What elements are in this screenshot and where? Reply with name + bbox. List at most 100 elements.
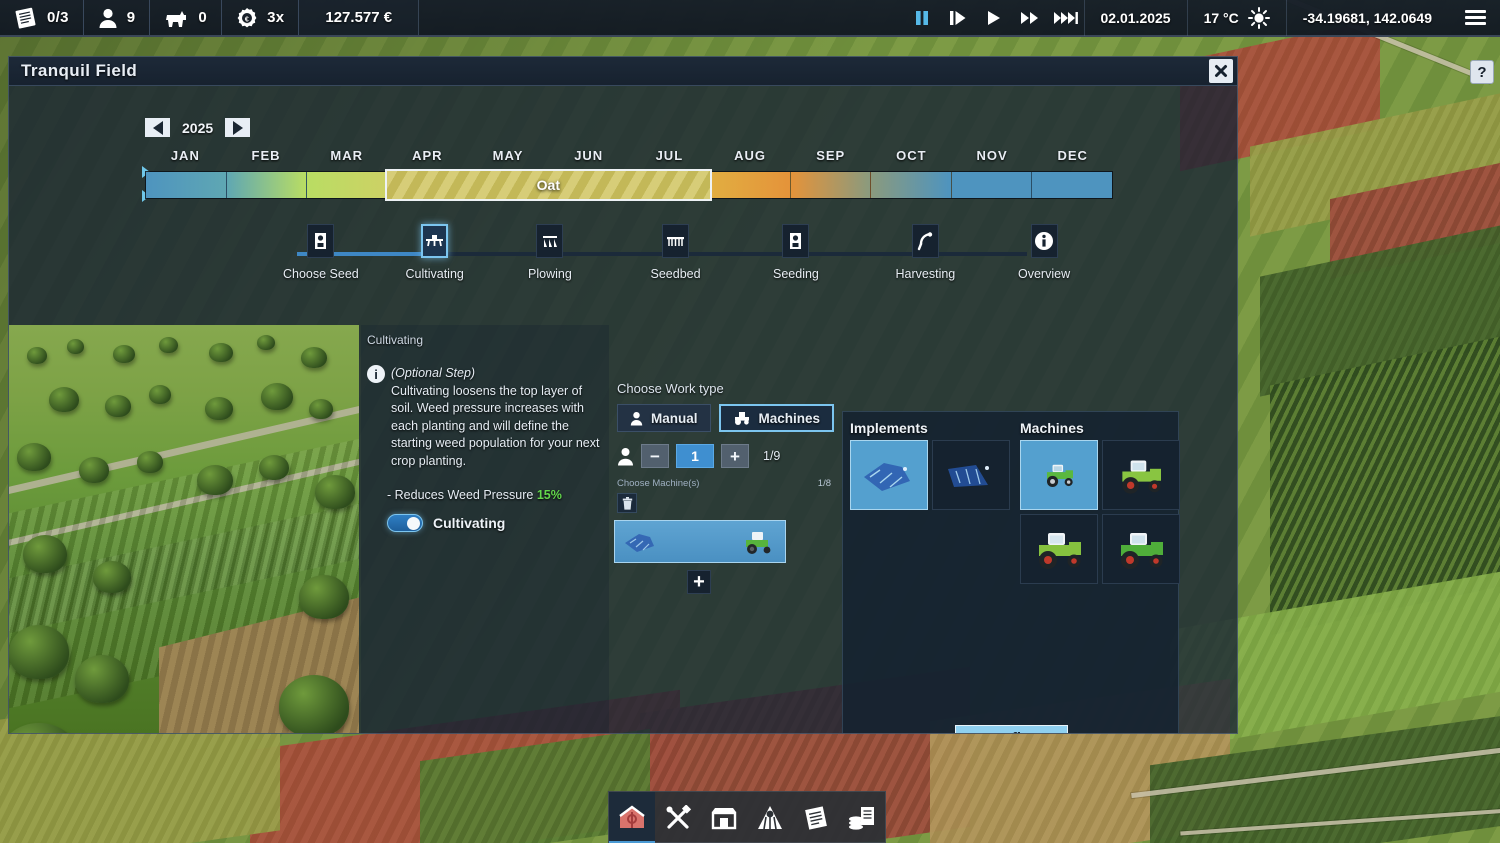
step-seeding[interactable]: Seeding [773, 224, 819, 281]
animal-icon [164, 8, 189, 28]
timeline-segment-dec[interactable] [1032, 172, 1112, 198]
tools-button[interactable] [655, 792, 701, 843]
dialog-header: Tranquil Field [9, 57, 1237, 86]
worker-decrease-button[interactable]: − [641, 444, 669, 468]
contracts-button[interactable] [793, 792, 839, 843]
crop-band-oat[interactable]: Oat [385, 169, 712, 201]
timeline-segment-nov[interactable] [951, 172, 1033, 198]
status-workers[interactable]: 9 [84, 0, 151, 35]
pause-button[interactable] [904, 0, 940, 36]
contracts-value: 0/3 [47, 9, 69, 26]
status-animals[interactable]: 0 [150, 0, 223, 35]
equipment-selection-panel: Implements Machines Confirm [842, 411, 1180, 733]
skip-button[interactable] [1048, 0, 1084, 36]
staff-button[interactable] [747, 792, 793, 843]
help-button[interactable]: ? [1470, 60, 1494, 84]
month-label-apr: APR [412, 148, 443, 163]
timeline-segment-feb[interactable] [226, 172, 308, 198]
date-display: 02.01.2025 [1083, 0, 1187, 36]
seed-bag-icon [782, 224, 810, 258]
machine-cell-tractor-fendt[interactable] [1102, 514, 1180, 584]
shop-button[interactable] [701, 792, 747, 843]
person-icon [630, 411, 643, 426]
status-contracts[interactable]: 0/3 [0, 0, 84, 35]
timeline-segment-oct[interactable] [871, 172, 952, 198]
work-type-buttons: Manual Machines [609, 396, 839, 432]
harrow-icon [662, 224, 690, 258]
worker-increase-button[interactable]: + [721, 444, 749, 468]
step-button[interactable] [940, 0, 976, 36]
close-icon[interactable] [1209, 59, 1233, 83]
prev-year-button[interactable] [145, 118, 170, 137]
play-button[interactable] [976, 0, 1012, 36]
step-plowing[interactable]: Plowing [528, 224, 572, 281]
cultivating-toggle[interactable] [387, 514, 423, 532]
top-status-bar: 0/3 9 0 € 3x 127.577 € 02.01.2025 17 °C … [0, 0, 1500, 37]
coordinates-value: -34.19681, 142.0649 [1302, 9, 1432, 26]
sun-icon [1247, 6, 1270, 29]
step-info-panel: Cultivating i (Optional Step) Cultivatin… [361, 325, 609, 733]
animal-value: 0 [198, 9, 208, 26]
month-label-jun: JUN [574, 148, 604, 163]
step-seedbed[interactable]: Seedbed [651, 224, 701, 281]
weed-pressure-stat: - Reduces Weed Pressure 15% [387, 488, 609, 502]
step-harvesting[interactable]: Harvesting [896, 224, 955, 281]
timeline-segment-sep[interactable] [790, 172, 872, 198]
timeline-segment-mar[interactable] [307, 172, 388, 198]
implement-cell-cultivator-implement[interactable] [850, 440, 928, 510]
step-label-overview: Overview [1018, 267, 1071, 281]
step-cultivating[interactable]: Cultivating [406, 224, 464, 281]
work-type-heading: Choose Work type [617, 381, 724, 396]
month-label-mar: MAR [330, 148, 363, 163]
fast-forward-button[interactable] [1012, 0, 1048, 36]
confirm-button[interactable]: Confirm [955, 725, 1068, 733]
info-icon: i [367, 365, 385, 383]
date-value: 02.01.2025 [1100, 9, 1171, 26]
work-type-manual-button[interactable]: Manual [617, 404, 711, 432]
info-description: Cultivating loosens the top layer of soi… [391, 383, 600, 468]
production-value: 3x [267, 9, 285, 26]
timeline-segment-aug[interactable] [710, 172, 791, 198]
machines-fraction: 1/8 [817, 478, 831, 489]
topbar-right-controls: 02.01.2025 17 °C -34.19681, 142.0649 [904, 0, 1500, 36]
work-type-machines-button[interactable]: Machines [718, 404, 835, 432]
choose-machines-label: Choose Machine(s) [617, 478, 700, 489]
machine-cell-tractor-small[interactable] [1020, 440, 1098, 510]
farm-button[interactable] [609, 792, 655, 843]
month-label-jan: JAN [170, 148, 200, 163]
dialog-body: 2025 JAN FEB MAR APR MAY JUN JUL AUG SEP OCT NOV DE… [9, 86, 1237, 733]
tractor-icon [733, 411, 751, 425]
machine-cell-tractor-claas-green[interactable] [1102, 440, 1180, 510]
machines-title: Machines [1020, 420, 1084, 436]
finance-button[interactable] [839, 792, 885, 843]
add-machine-button[interactable]: + [687, 570, 711, 594]
timeline-segment-jan[interactable] [146, 172, 227, 198]
coordinates-display: -34.19681, 142.0649 [1285, 0, 1448, 36]
selected-machine-row[interactable] [614, 520, 786, 563]
contracts-icon [14, 7, 38, 29]
step-choose-seed[interactable]: Choose Seed [283, 224, 359, 281]
worker-count-value[interactable]: 1 [676, 444, 714, 468]
step-overview[interactable]: Overview [1018, 224, 1070, 281]
production-icon: € [236, 7, 258, 29]
worker-count-icon [617, 447, 634, 466]
status-production[interactable]: € 3x [222, 0, 300, 35]
step-label-plowing: Plowing [528, 267, 572, 281]
cultivator-icon [421, 224, 449, 258]
next-year-button[interactable] [225, 118, 251, 137]
worker-increase-label: + [730, 446, 740, 466]
stat-value: 15% [536, 488, 562, 502]
workflow-steps-render: Choose Seed Cultivating Plowing Seedbed Seed… [259, 224, 1070, 286]
machine-cell-tractor-claas-large[interactable] [1020, 514, 1098, 584]
implement-cell-plow-implement[interactable] [932, 440, 1010, 510]
month-label-sep: SEP [816, 148, 846, 163]
weather-display: 17 °C [1186, 0, 1286, 36]
tractor-thumb [741, 529, 777, 555]
money-display: 127.577 € [299, 0, 420, 35]
delete-machine-icon[interactable] [617, 493, 637, 513]
seed-bag-icon [307, 224, 335, 258]
step-label-choose-seed: Choose Seed [283, 267, 359, 281]
hamburger-icon[interactable] [1454, 0, 1496, 36]
step-label-cultivating: Cultivating [405, 267, 464, 281]
